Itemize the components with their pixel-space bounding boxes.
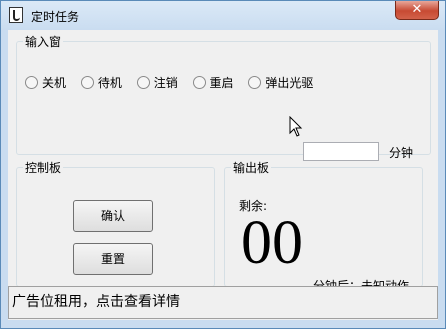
radio-label: 注销 [153,76,178,90]
radio-standby[interactable]: 待机 [80,74,122,91]
radio-label: 弹出光驱 [265,76,314,90]
mouse-cursor-icon [289,116,303,137]
radio-circle-icon[interactable] [80,76,94,89]
radio-eject-drive[interactable]: 弹出光驱 [248,74,313,91]
output-group: 输出板 剩余: 00 分钟后：未知动作 [224,159,423,293]
radio-label: 关机 [42,76,67,90]
close-button[interactable]: ✕ [395,1,439,20]
radio-circle-icon[interactable] [192,76,206,89]
main-window: 定时任务 ✕ 输入窗 关机 待机 注销 重启 弹出光驱 分钟 控制板 确认 重置… [0,0,446,329]
control-group: 控制板 确认 重置 [16,159,215,287]
radio-circle-icon[interactable] [136,76,150,89]
confirm-button[interactable]: 确认 [73,200,153,232]
title-bar[interactable]: 定时任务 ✕ [1,1,445,29]
app-icon[interactable] [9,7,23,23]
radio-circle-icon[interactable] [25,76,38,89]
client-area: 输入窗 关机 待机 注销 重启 弹出光驱 分钟 控制板 确认 重置 输出板 剩余… [8,30,438,320]
ad-banner[interactable]: 广告位租用，点击查看详情 [8,286,438,319]
countdown-display: 00 [241,209,303,277]
action-radio-group: 关机 待机 注销 重启 弹出光驱 [25,74,324,91]
radio-label: 重启 [209,76,234,90]
input-group-legend: 输入窗 [25,35,62,49]
output-group-legend: 输出板 [233,161,270,175]
radio-circle-icon[interactable] [248,76,262,89]
input-group: 输入窗 关机 待机 注销 重启 弹出光驱 分钟 [16,33,431,161]
radio-logoff[interactable]: 注销 [136,74,178,91]
radio-restart[interactable]: 重启 [192,74,234,91]
radio-shutdown[interactable]: 关机 [25,74,66,91]
radio-label: 待机 [97,76,122,90]
window-title: 定时任务 [31,10,80,24]
reset-button[interactable]: 重置 [73,243,153,275]
control-group-legend: 控制板 [25,161,62,175]
